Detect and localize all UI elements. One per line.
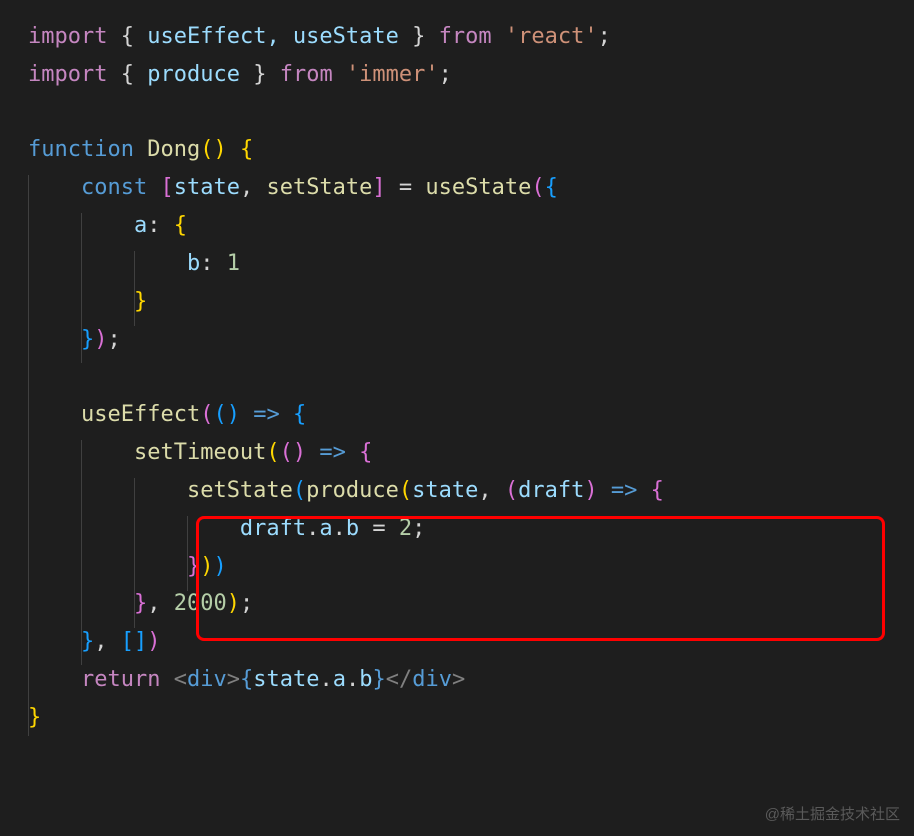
prop-b: b	[346, 516, 359, 541]
prop-b: b	[359, 667, 372, 692]
prop-a: a	[319, 516, 332, 541]
code-line: setState(produce(state, (draft) => {	[28, 472, 906, 510]
keyword-from: from	[439, 24, 492, 49]
code-line: b: 1	[28, 245, 906, 283]
prop-a: a	[333, 667, 346, 692]
code-line: });	[28, 321, 906, 359]
code-line: }	[28, 283, 906, 321]
keyword-import: import	[28, 24, 107, 49]
code-line: }, 2000);	[28, 585, 906, 623]
code-editor: import { useEffect, useState } from 'rea…	[0, 0, 914, 755]
delay-number: 2000	[174, 591, 227, 616]
setstate-call: setState	[187, 478, 293, 503]
watermark-text: @稀土掘金技术社区	[765, 802, 900, 828]
prop-a: a	[134, 213, 147, 238]
keyword-import: import	[28, 62, 107, 87]
module-string: 'react'	[505, 24, 598, 49]
code-line: }, [])	[28, 623, 906, 661]
code-line: }))	[28, 548, 906, 586]
useeffect-fn: useEffect	[81, 402, 200, 427]
settimeout-fn: setTimeout	[134, 440, 266, 465]
keyword-return: return	[81, 667, 160, 692]
code-line	[28, 358, 906, 396]
draft-param: draft	[518, 478, 584, 503]
keyword-from: from	[280, 62, 333, 87]
keyword-const: const	[81, 175, 147, 200]
function-name: Dong	[147, 137, 200, 162]
state-var: state	[174, 175, 240, 200]
draft-var: draft	[240, 516, 306, 541]
jsx-tag-close: div	[412, 667, 452, 692]
state-expr: state	[253, 667, 319, 692]
jsx-tag: div	[187, 667, 227, 692]
code-line: draft.a.b = 2;	[28, 510, 906, 548]
code-line: a: {	[28, 207, 906, 245]
module-string: 'immer'	[346, 62, 439, 87]
code-line: return <div>{state.a.b}</div>	[28, 661, 906, 699]
produce-call: produce	[306, 478, 399, 503]
number-literal: 2	[399, 516, 412, 541]
import-names: produce	[147, 62, 240, 87]
code-line: function Dong() {	[28, 131, 906, 169]
code-line: setTimeout(() => {	[28, 434, 906, 472]
code-line: import { useEffect, useState } from 'rea…	[28, 18, 906, 56]
code-line: import { produce } from 'immer';	[28, 56, 906, 94]
code-line	[28, 94, 906, 132]
code-line: }	[28, 699, 906, 737]
keyword-function: function	[28, 137, 134, 162]
number-literal: 1	[227, 251, 240, 276]
import-names: useEffect, useState	[147, 24, 399, 49]
prop-b: b	[187, 251, 200, 276]
code-line: const [state, setState] = useState({	[28, 169, 906, 207]
state-arg: state	[412, 478, 478, 503]
code-line: useEffect(() => {	[28, 396, 906, 434]
setter-fn: setState	[266, 175, 372, 200]
usestate-hook: useState	[425, 175, 531, 200]
